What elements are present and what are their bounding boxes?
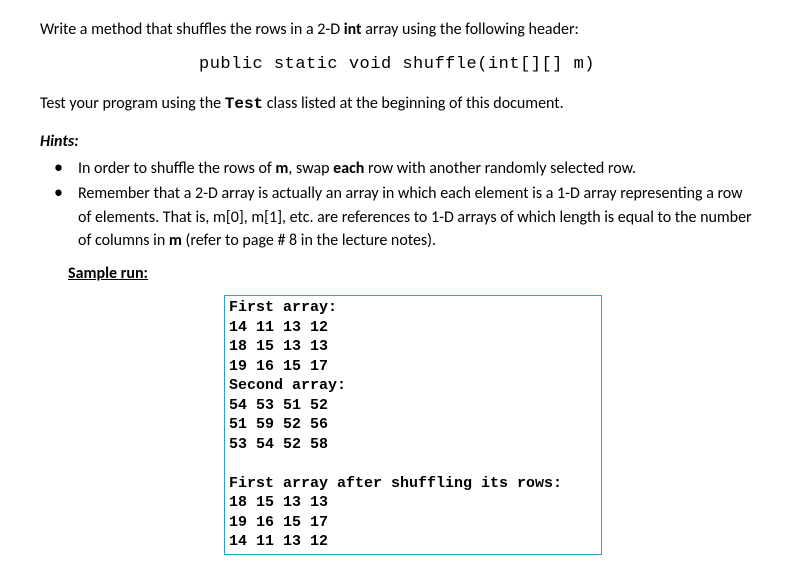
hint-bold-text: m bbox=[169, 231, 182, 250]
test-post: class listed at the beginning of this do… bbox=[263, 94, 564, 113]
intro-pre: Write a method that shuffles the rows in… bbox=[40, 20, 344, 39]
hint-text: (refer to page # 8 in the lecture notes)… bbox=[182, 231, 436, 250]
test-paragraph: Test your program using the Test class l… bbox=[40, 92, 754, 116]
hint-text: , swap bbox=[288, 159, 333, 178]
hint-bold-text: each bbox=[333, 159, 364, 178]
hint-text: In order to shuffle the rows of bbox=[78, 159, 275, 178]
hints-label: Hints: bbox=[40, 130, 754, 153]
hint-bold-text: m bbox=[275, 159, 288, 178]
sample-run-label: Sample run: bbox=[68, 262, 754, 285]
test-pre: Test your program using the bbox=[40, 94, 225, 113]
hint-text: row with another randomly selected row. bbox=[364, 159, 636, 178]
sample-output-box: First array: 14 11 13 12 18 15 13 13 19 … bbox=[224, 295, 602, 555]
intro-post: array using the following header: bbox=[362, 20, 579, 39]
hints-list: In order to shuffle the rows of m, swap … bbox=[40, 157, 754, 252]
hint-item: Remember that a 2-D array is actually an… bbox=[54, 182, 754, 252]
method-signature: public static void shuffle(int[][] m) bbox=[40, 53, 754, 78]
intro-bold: int bbox=[344, 20, 362, 39]
intro-paragraph: Write a method that shuffles the rows in… bbox=[40, 18, 754, 41]
test-bold: Test bbox=[225, 95, 263, 113]
hint-item: In order to shuffle the rows of m, swap … bbox=[54, 157, 754, 180]
